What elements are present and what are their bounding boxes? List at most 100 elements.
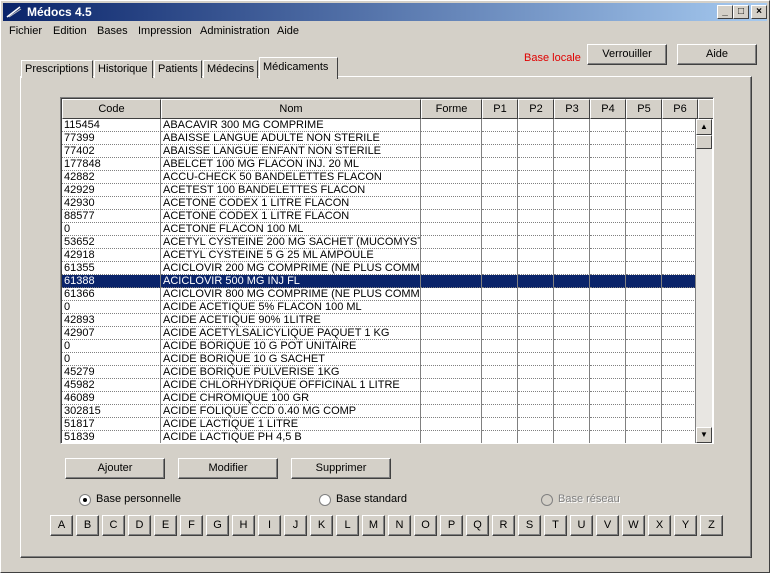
cell-p3[interactable] [554,405,590,418]
cell-code[interactable]: 42882 [62,171,161,184]
cell-p1[interactable] [482,301,518,314]
letter-button-v[interactable]: V [596,515,619,536]
cell-p2[interactable] [518,158,554,171]
cell-p2[interactable] [518,145,554,158]
cell-p2[interactable] [518,119,554,132]
cell-p3[interactable] [554,145,590,158]
letter-button-o[interactable]: O [414,515,437,536]
cell-p2[interactable] [518,132,554,145]
cell-p6[interactable] [662,288,696,301]
cell-p1[interactable] [482,197,518,210]
cell-p3[interactable] [554,262,590,275]
cell-p2[interactable] [518,353,554,366]
cell-p5[interactable] [626,431,662,443]
cell-code[interactable]: 42893 [62,314,161,327]
letter-button-l[interactable]: L [336,515,359,536]
cell-p3[interactable] [554,353,590,366]
cell-p6[interactable] [662,262,696,275]
table-row[interactable]: 45279 ACIDE BORIQUE PULVERISE 1KG [62,366,696,379]
cell-forme[interactable] [421,288,482,301]
cell-p4[interactable] [590,145,626,158]
scroll-up-icon[interactable]: ▲ [696,119,712,135]
cell-p3[interactable] [554,314,590,327]
cell-p5[interactable] [626,340,662,353]
cell-p2[interactable] [518,275,554,288]
table-row[interactable]: 61355 ACICLOVIR 200 MG COMPRIME (NE PLUS … [62,262,696,275]
column-header-p1[interactable]: P1 [482,99,518,119]
cell-nom[interactable]: ACIDE LACTIQUE 1 LITRE [161,418,421,431]
letter-button-k[interactable]: K [310,515,333,536]
cell-nom[interactable]: ACIDE FOLIQUE CCD 0.40 MG COMP [161,405,421,418]
cell-p6[interactable] [662,314,696,327]
cell-p5[interactable] [626,366,662,379]
cell-nom[interactable]: ACICLOVIR 200 MG COMPRIME (NE PLUS COMM.… [161,262,421,275]
cell-nom[interactable]: ACETONE CODEX 1 LITRE FLACON [161,210,421,223]
cell-p6[interactable] [662,327,696,340]
cell-p1[interactable] [482,418,518,431]
cell-forme[interactable] [421,197,482,210]
cell-forme[interactable] [421,392,482,405]
table-row[interactable]: 51817 ACIDE LACTIQUE 1 LITRE [62,418,696,431]
cell-p4[interactable] [590,119,626,132]
letter-button-g[interactable]: G [206,515,229,536]
cell-p6[interactable] [662,158,696,171]
cell-nom[interactable]: ACIDE ACETYLSALICYLIQUE PAQUET 1 KG [161,327,421,340]
cell-p5[interactable] [626,236,662,249]
lock-button[interactable]: Verrouiller [587,44,667,65]
cell-p2[interactable] [518,197,554,210]
cell-forme[interactable] [421,301,482,314]
cell-nom[interactable]: ACICLOVIR 800 MG COMPRIME (NE PLUS COMM.… [161,288,421,301]
table-row[interactable]: 42930 ACETONE CODEX 1 LITRE FLACON [62,197,696,210]
cell-code[interactable]: 42918 [62,249,161,262]
cell-nom[interactable]: ACIDE ACETIQUE 5% FLACON 100 ML [161,301,421,314]
cell-nom[interactable]: ABELCET 100 MG FLACON INJ. 20 ML [161,158,421,171]
cell-p1[interactable] [482,249,518,262]
cell-p5[interactable] [626,275,662,288]
cell-forme[interactable] [421,119,482,132]
table-row[interactable]: 115454 ABACAVIR 300 MG COMPRIME [62,119,696,132]
cell-p1[interactable] [482,431,518,443]
cell-p4[interactable] [590,405,626,418]
cell-p4[interactable] [590,223,626,236]
cell-p2[interactable] [518,340,554,353]
cell-p3[interactable] [554,431,590,443]
column-header-p5[interactable]: P5 [626,99,662,119]
cell-p3[interactable] [554,366,590,379]
cell-p3[interactable] [554,236,590,249]
cell-p1[interactable] [482,158,518,171]
cell-p4[interactable] [590,210,626,223]
cell-p3[interactable] [554,392,590,405]
cell-p2[interactable] [518,366,554,379]
cell-p1[interactable] [482,132,518,145]
cell-p4[interactable] [590,366,626,379]
column-header-code[interactable]: Code [62,99,161,119]
cell-p6[interactable] [662,379,696,392]
menu-administration[interactable]: Administration [200,25,270,37]
cell-p4[interactable] [590,392,626,405]
letter-button-y[interactable]: Y [674,515,697,536]
cell-forme[interactable] [421,132,482,145]
cell-p2[interactable] [518,431,554,443]
cell-code[interactable]: 0 [62,340,161,353]
cell-p6[interactable] [662,431,696,443]
cell-p3[interactable] [554,158,590,171]
letter-button-j[interactable]: J [284,515,307,536]
cell-p4[interactable] [590,249,626,262]
medications-grid[interactable]: Code Nom Forme P1 P2 P3 P4 P5 P6 115454 A… [60,97,714,444]
table-row[interactable]: 42893 ACIDE ACETIQUE 90% 1LITRE [62,314,696,327]
cell-p2[interactable] [518,184,554,197]
tab-prescriptions[interactable]: Prescriptions [21,60,93,78]
cell-p6[interactable] [662,366,696,379]
radio-dot-selected[interactable] [79,494,91,506]
cell-nom[interactable]: ACETYL CYSTEINE 200 MG SACHET (MUCOMYST) [161,236,421,249]
cell-p3[interactable] [554,379,590,392]
cell-p5[interactable] [626,353,662,366]
table-row[interactable]: 61366 ACICLOVIR 800 MG COMPRIME (NE PLUS … [62,288,696,301]
cell-nom[interactable]: ABACAVIR 300 MG COMPRIME [161,119,421,132]
letter-button-c[interactable]: C [102,515,125,536]
table-row[interactable]: 42918 ACETYL CYSTEINE 5 G 25 ML AMPOULE [62,249,696,262]
cell-p5[interactable] [626,379,662,392]
cell-p5[interactable] [626,197,662,210]
cell-p4[interactable] [590,431,626,443]
cell-p6[interactable] [662,301,696,314]
